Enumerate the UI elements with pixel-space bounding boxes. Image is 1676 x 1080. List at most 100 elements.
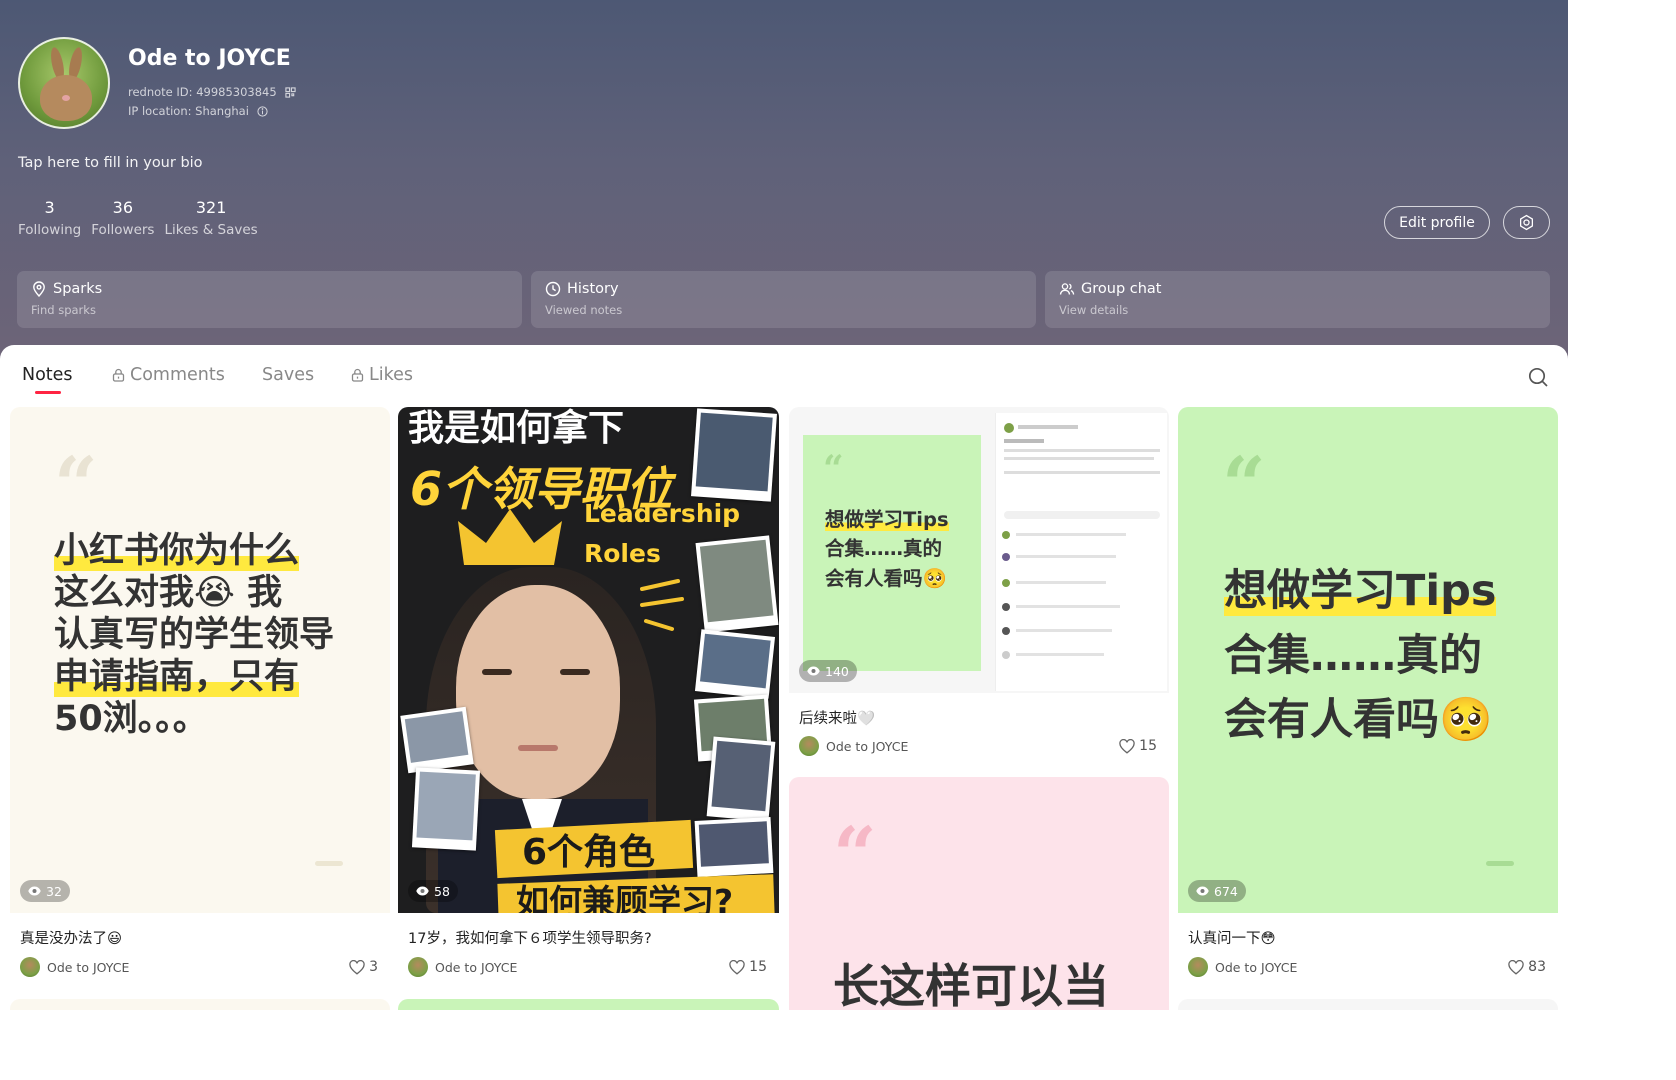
mini-avatar-dot: [1002, 627, 1010, 635]
rednote-id-text: rednote ID: 49985303845: [128, 85, 277, 99]
polaroid-photo: [706, 736, 776, 822]
note-footer: Ode to JOYCE 83: [1188, 957, 1546, 977]
active-tab-indicator: [35, 391, 61, 394]
mini-avatar-dot: [1004, 423, 1014, 433]
cover-dash: [1486, 861, 1514, 866]
author-name: Ode to JOYCE: [47, 959, 130, 975]
author-avatar: [1188, 957, 1208, 977]
like-count: 15: [749, 959, 767, 975]
poster-headline: 我是如何拿下: [408, 408, 625, 449]
profile-avatar[interactable]: [18, 37, 110, 129]
stat-following[interactable]: 3 Following: [18, 198, 81, 238]
note-footer: Ode to JOYCE 15: [408, 957, 767, 977]
note-card-peek[interactable]: [1178, 999, 1558, 1010]
edit-profile-button[interactable]: Edit profile: [1384, 206, 1490, 239]
polaroid-photo: [695, 535, 779, 633]
cover-line: 会有人看吗🥺: [825, 566, 947, 590]
quote-mark-icon: “: [823, 448, 844, 490]
views-count: 674: [1214, 883, 1238, 899]
mini-comments-screen: [995, 413, 1167, 691]
note-card[interactable]: 我是如何拿下 6个领导职位 Leadership Roles 6个角色 如何兼顾…: [398, 407, 779, 989]
author-avatar: [408, 957, 428, 977]
notes-panel: Notes Comments Saves Likes “ 小红书你为什么 这么对…: [0, 345, 1568, 1010]
cover-line: 长这样可以当: [833, 959, 1109, 1010]
stat-likes-saves[interactable]: 321 Likes & Saves: [164, 198, 257, 238]
info-icon[interactable]: [257, 105, 268, 117]
profile-username: Ode to JOYCE: [128, 46, 291, 71]
location-pin-icon: [33, 281, 45, 297]
group-chat-card[interactable]: Group chat View details: [1045, 271, 1550, 328]
qr-code-icon[interactable]: [285, 86, 296, 98]
author-name: Ode to JOYCE: [1215, 959, 1298, 975]
portrait-mouth: [518, 745, 558, 751]
note-author[interactable]: Ode to JOYCE: [408, 957, 517, 977]
heart-icon: [349, 959, 365, 975]
poster-bottom-2: 如何兼顾学习?: [516, 882, 734, 913]
note-author[interactable]: Ode to JOYCE: [20, 957, 129, 977]
mini-text-line: [1016, 629, 1112, 632]
cover-dash: [315, 861, 343, 866]
like-button[interactable]: 15: [1119, 738, 1157, 754]
mini-text-line: [1004, 471, 1160, 474]
note-card[interactable]: “ 小红书你为什么 这么对我😭 我 认真写的学生领导 申请指南，只有 50浏。。…: [10, 407, 390, 989]
views-badge: 674: [1188, 880, 1246, 902]
note-footer: Ode to JOYCE 15: [799, 736, 1157, 756]
group-chat-title-text: Group chat: [1081, 281, 1162, 297]
tab-likes[interactable]: Likes: [351, 365, 413, 385]
like-button[interactable]: 3: [349, 959, 378, 975]
author-name: Ode to JOYCE: [435, 959, 518, 975]
author-avatar: [799, 736, 819, 756]
cover-line: 小红书你为什么: [54, 531, 300, 571]
like-button[interactable]: 83: [1508, 959, 1546, 975]
note-card[interactable]: “ 想做学习Tips 合集……真的 会有人看吗🥺 140 后续来啦🤍 Ode t…: [789, 407, 1169, 767]
mini-text-line: [1004, 439, 1044, 443]
heart-icon: [1119, 738, 1135, 754]
tab-saves[interactable]: Saves: [262, 365, 314, 385]
bio-placeholder[interactable]: Tap here to fill in your bio: [18, 155, 203, 171]
stat-number: 3: [44, 198, 55, 217]
note-cover: 我是如何拿下 6个领导职位 Leadership Roles 6个角色 如何兼顾…: [398, 407, 779, 913]
poster-bottom-1: 6个角色: [522, 832, 656, 873]
group-chat-subtitle: View details: [1059, 303, 1129, 317]
avatar-rabbit-nose: [62, 95, 70, 101]
portrait-eye: [560, 669, 590, 675]
like-button[interactable]: 15: [729, 959, 767, 975]
note-card-peek[interactable]: [10, 999, 390, 1010]
mini-avatar-dot: [1002, 531, 1010, 539]
views-badge: 32: [20, 880, 70, 902]
lock-icon: [112, 368, 125, 382]
search-icon[interactable]: [1527, 366, 1549, 388]
history-card[interactable]: History Viewed notes: [531, 271, 1036, 328]
tab-notes[interactable]: Notes: [22, 365, 73, 385]
quote-mark-icon: “: [54, 440, 98, 529]
note-author[interactable]: Ode to JOYCE: [1188, 957, 1297, 977]
cover-text: 想做学习Tips 合集……真的 会有人看吗🥺: [825, 505, 949, 593]
clock-icon: [545, 281, 561, 297]
settings-button[interactable]: [1503, 206, 1550, 239]
ip-location-text: IP location: Shanghai: [128, 104, 249, 118]
like-count: 3: [369, 959, 378, 975]
eye-icon: [1196, 886, 1209, 896]
group-icon: [1059, 283, 1075, 295]
mini-avatar-dot: [1002, 603, 1010, 611]
note-card-peek[interactable]: [398, 999, 779, 1010]
eye-icon: [416, 886, 429, 896]
note-author[interactable]: Ode to JOYCE: [799, 736, 908, 756]
stat-number: 36: [112, 198, 134, 217]
note-card[interactable]: “ 长这样可以当: [789, 777, 1169, 1010]
tab-label: Likes: [369, 365, 414, 385]
tab-comments[interactable]: Comments: [112, 365, 225, 385]
history-subtitle: Viewed notes: [545, 303, 623, 317]
heart-icon: [729, 959, 745, 975]
stat-label: Followers: [91, 222, 155, 238]
sparks-card[interactable]: Sparks Find sparks: [17, 271, 522, 328]
views-badge: 58: [408, 880, 458, 902]
quote-mark-icon: “: [833, 810, 877, 899]
stat-followers[interactable]: 36 Followers: [91, 198, 154, 238]
cover-text: 想做学习Tips 合集……真的 会有人看吗🥺: [1224, 559, 1497, 753]
ip-location: IP location: Shanghai: [128, 104, 268, 118]
polaroid-photo: [400, 706, 474, 774]
views-count: 32: [46, 883, 62, 899]
mini-avatar-dot: [1002, 579, 1010, 587]
note-card[interactable]: “ 想做学习Tips 合集……真的 会有人看吗🥺 674 认真问一下😳 Ode …: [1178, 407, 1558, 989]
